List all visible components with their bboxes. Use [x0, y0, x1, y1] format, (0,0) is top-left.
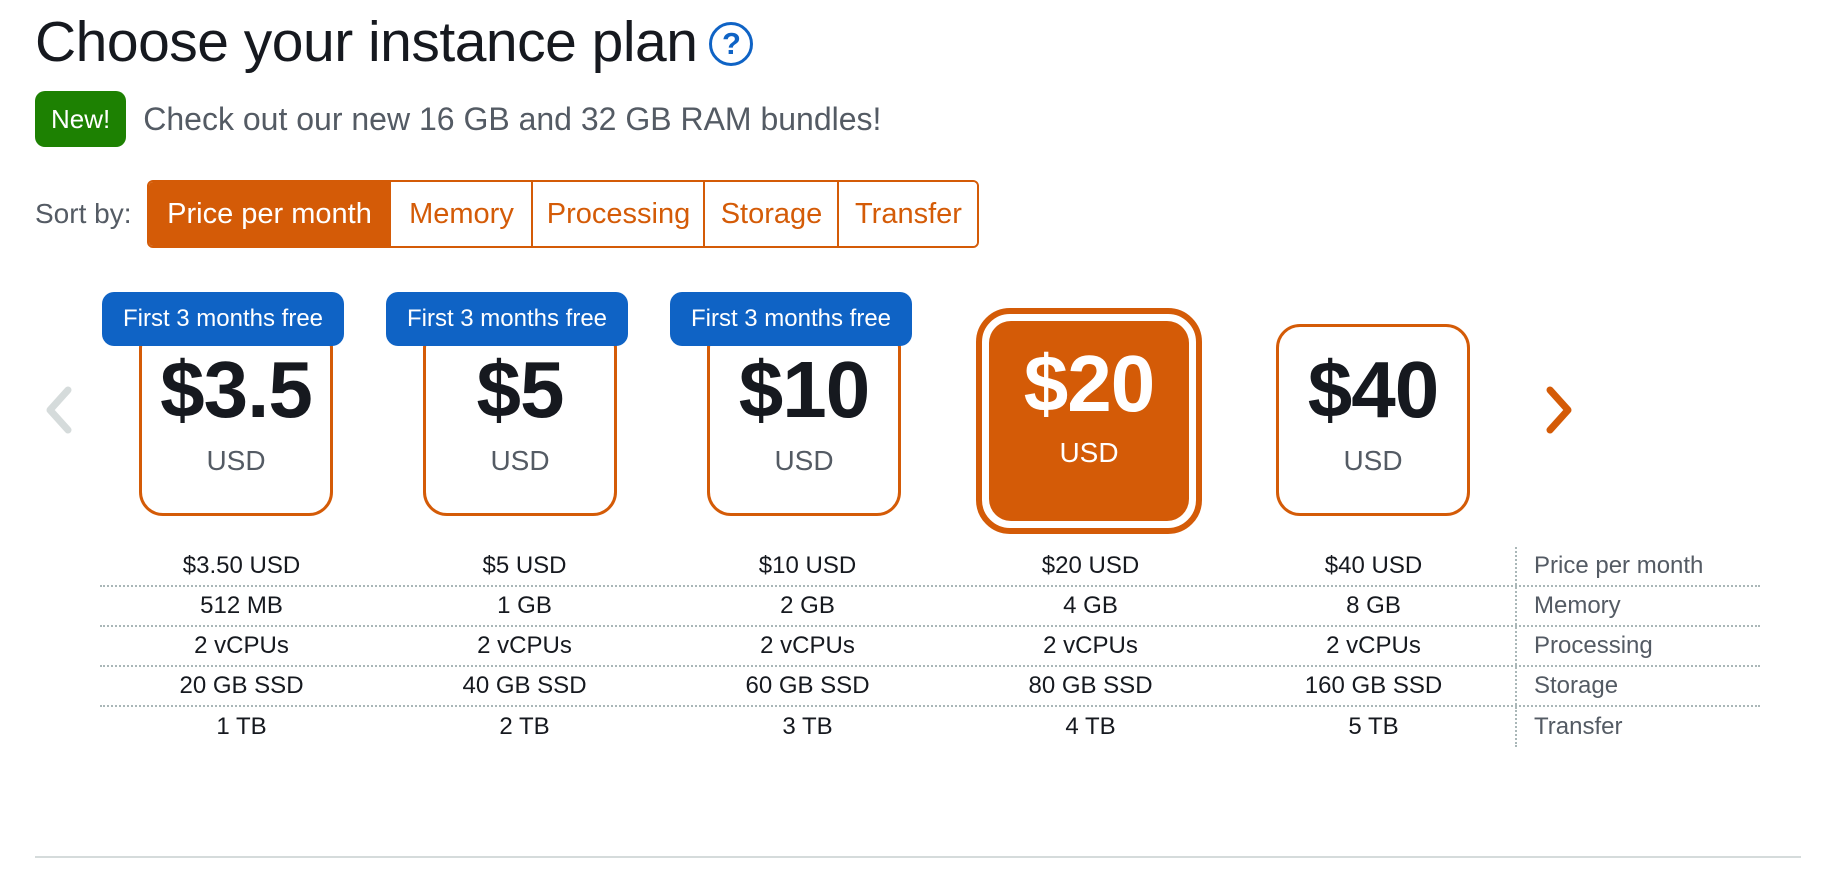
sort-option-memory[interactable]: Memory [389, 182, 532, 246]
spec-cell: $20 USD [1041, 552, 1140, 579]
sort-option-processing[interactable]: Processing [531, 182, 704, 246]
announcement: New! Check out our new 16 GB and 32 GB R… [35, 91, 881, 147]
plan-card[interactable]: $40 USD [1239, 292, 1519, 532]
price-value: $10 [738, 345, 870, 434]
promo-badge: First 3 months free [670, 292, 912, 346]
price-value: $5 [476, 345, 565, 434]
price-value: $3.5 [160, 345, 313, 434]
spec-cell: 2 TB [499, 713, 550, 740]
sort-option-transfer[interactable]: Transfer [837, 182, 978, 246]
table-row-transfer: 1 TB 2 TB 3 TB 4 TB 5 TB Transfer [100, 707, 1760, 747]
price-currency: USD [774, 445, 834, 476]
spec-cell: 160 GB SSD [1304, 672, 1443, 699]
spec-cell: 2 vCPUs [760, 632, 855, 659]
price-value: $40 [1307, 345, 1439, 434]
sort-button-group: Price per month Memory Processing Storag… [147, 180, 980, 248]
plan-card[interactable]: First 3 months free $10 USD [670, 292, 950, 532]
price-currency: USD [206, 445, 266, 476]
spec-cell: 1 GB [497, 592, 552, 619]
spec-cell: 60 GB SSD [745, 672, 870, 699]
promo-badge: First 3 months free [386, 292, 628, 346]
spec-cell: 4 GB [1063, 592, 1118, 619]
promo-badge: First 3 months free [102, 292, 344, 346]
spec-label: Processing [1515, 627, 1760, 665]
spec-cell: 2 vCPUs [1326, 632, 1421, 659]
price-value: $20 [1023, 339, 1155, 428]
price-box[interactable]: $20 USD [976, 308, 1202, 534]
spec-label: Storage [1515, 667, 1760, 705]
spec-cell: $40 USD [1324, 552, 1423, 579]
spec-cell: 4 TB [1065, 713, 1116, 740]
page-title: Choose your instance plan [35, 10, 698, 74]
spec-cell: 2 GB [780, 592, 835, 619]
spec-cell: 2 vCPUs [477, 632, 572, 659]
plan-card[interactable]: First 3 months free $5 USD [386, 292, 666, 532]
spec-label: Transfer [1515, 707, 1760, 747]
sort-option-price[interactable]: Price per month [149, 182, 390, 246]
price-box[interactable]: $40 USD [1276, 324, 1470, 516]
spec-cell: 2 vCPUs [194, 632, 289, 659]
table-row-price: $3.50 USD $5 USD $10 USD $20 USD $40 USD… [100, 547, 1760, 587]
price-currency: USD [490, 445, 550, 476]
table-row-storage: 20 GB SSD 40 GB SSD 60 GB SSD 80 GB SSD … [100, 667, 1760, 707]
spec-cell: 40 GB SSD [462, 672, 587, 699]
plan-card[interactable]: First 3 months free $3.5 USD [102, 292, 382, 532]
spec-cell: 8 GB [1346, 592, 1401, 619]
price-inner: $20 USD [989, 321, 1189, 521]
chevron-right-icon[interactable] [1538, 380, 1578, 440]
spec-cell: $10 USD [758, 552, 857, 579]
section-divider [35, 856, 1801, 858]
spec-cell: 2 vCPUs [1043, 632, 1138, 659]
sort-option-storage[interactable]: Storage [703, 182, 838, 246]
price-box[interactable]: $5 USD [423, 324, 617, 516]
spec-cell: 5 TB [1348, 713, 1399, 740]
spec-cell: 80 GB SSD [1028, 672, 1153, 699]
spec-table: $3.50 USD $5 USD $10 USD $20 USD $40 USD… [100, 547, 1760, 747]
price-box[interactable]: $10 USD [707, 324, 901, 516]
page-header: Choose your instance plan ? [35, 6, 754, 78]
sort-bar: Sort by: Price per month Memory Processi… [35, 180, 980, 248]
spec-cell: 1 TB [216, 713, 267, 740]
help-circle-icon[interactable]: ? [709, 22, 754, 66]
spec-cell: $3.50 USD [182, 552, 301, 579]
spec-cell: 512 MB [200, 592, 283, 619]
sort-label: Sort by: [35, 198, 132, 229]
spec-cell: 3 TB [782, 713, 833, 740]
spec-label: Memory [1515, 587, 1760, 625]
price-box[interactable]: $3.5 USD [139, 324, 333, 516]
chevron-left-icon[interactable] [40, 380, 80, 440]
spec-cell: 20 GB SSD [179, 672, 304, 699]
new-badge: New! [35, 91, 127, 147]
price-currency: USD [1343, 445, 1403, 476]
table-row-processing: 2 vCPUs 2 vCPUs 2 vCPUs 2 vCPUs 2 vCPUs … [100, 627, 1760, 667]
table-row-memory: 512 MB 1 GB 2 GB 4 GB 8 GB Memory [100, 587, 1760, 627]
spec-label: Price per month [1515, 547, 1760, 585]
price-currency: USD [1059, 437, 1119, 468]
plan-card-selected[interactable]: $20 USD [955, 292, 1235, 534]
announcement-text: Check out our new 16 GB and 32 GB RAM bu… [143, 100, 882, 137]
spec-cell: $5 USD [482, 552, 567, 579]
